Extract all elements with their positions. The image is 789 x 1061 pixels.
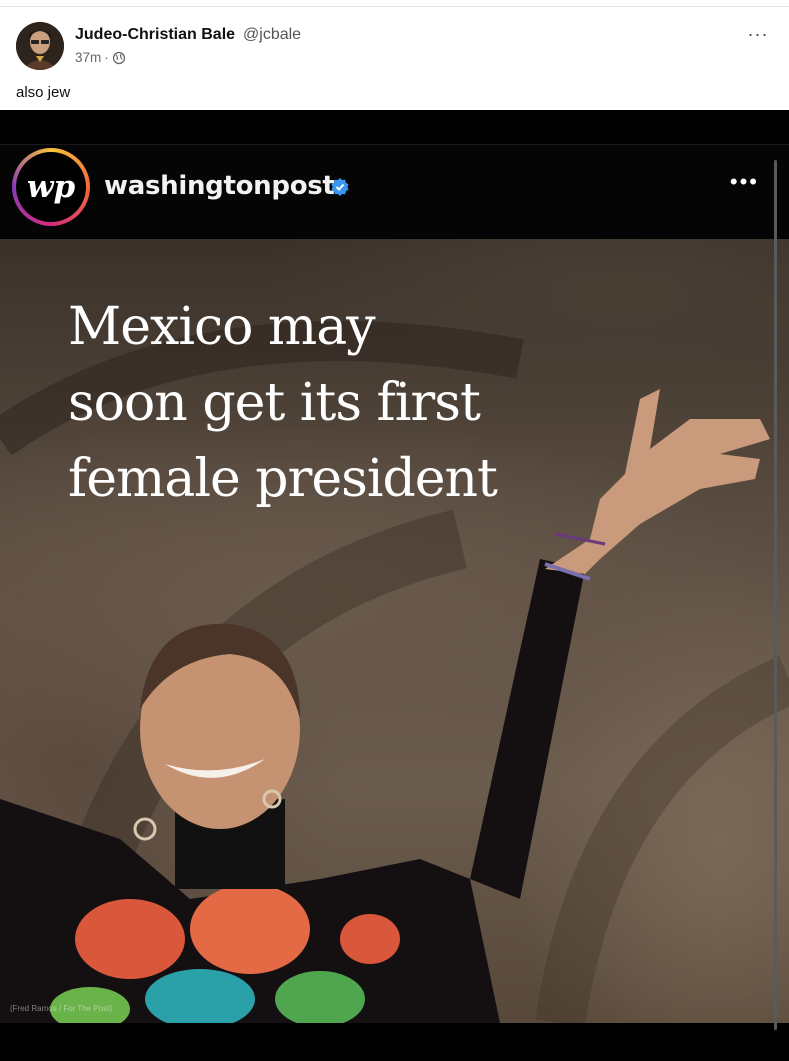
wp-logo-text: wp <box>16 152 86 222</box>
embedded-scrollbar[interactable] <box>774 160 777 1030</box>
post-options-button[interactable]: ··· <box>745 24 771 44</box>
embedded-photo: Mexico may soon get its first female pre… <box>0 239 789 1023</box>
post-text: also jew <box>16 84 71 101</box>
headline-line: soon get its first <box>68 373 481 433</box>
washingtonpost-logo[interactable]: wp <box>12 148 90 226</box>
author-handle[interactable]: @jcbale <box>243 26 301 44</box>
avatar[interactable] <box>16 22 64 70</box>
globe-icon <box>112 51 125 64</box>
meta-separator: · <box>104 50 109 65</box>
verified-badge-icon <box>331 178 349 196</box>
author-row: Judeo-Christian Bale @jcbale <box>75 26 301 46</box>
embedded-more-icon[interactable]: ••• <box>730 169 759 195</box>
photo-credit: (Fred Ramos / For The Post) <box>10 1004 113 1013</box>
headline-line: female president <box>68 449 498 509</box>
social-post: Judeo-Christian Bale @jcbale 37m · ··· a… <box>0 0 789 1061</box>
post-meta: 37m · <box>75 50 126 65</box>
post-media[interactable]: wp washingtonpost ••• Mexico may soon ge… <box>0 110 789 1061</box>
embedded-headline: Mexico may soon get its first female pre… <box>68 289 588 517</box>
headline-line: Mexico may <box>68 297 376 357</box>
divider <box>0 6 789 7</box>
avatar-image <box>16 22 64 70</box>
post-timestamp[interactable]: 37m <box>75 50 101 65</box>
embedded-account-name[interactable]: washingtonpost <box>104 171 335 201</box>
embedded-instagram-header: wp washingtonpost ••• <box>0 144 789 240</box>
author-name[interactable]: Judeo-Christian Bale <box>75 26 235 44</box>
media-bottom-bar <box>0 1023 789 1061</box>
